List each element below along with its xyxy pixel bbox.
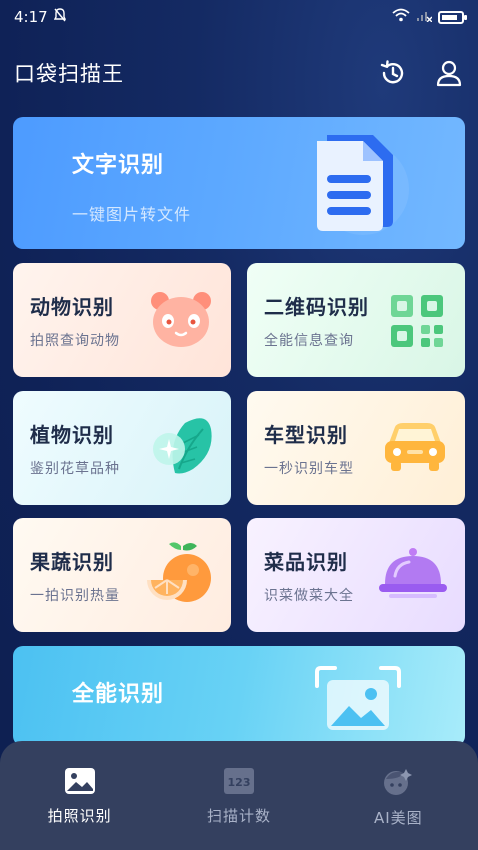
bottom-navigation: 拍照识别 123 扫描计数 AI美图 [0, 741, 478, 850]
tab-photo-recognition[interactable]: 拍照识别 [0, 741, 159, 850]
text-recognition-card[interactable]: 文字识别 一键图片转文件 [13, 117, 465, 249]
dish-recognition-card[interactable]: 菜品识别 识菜做菜大全 [247, 518, 465, 632]
cloche-icon [379, 548, 447, 598]
status-time: 4:17 [14, 8, 48, 26]
card-subtitle: 一秒识别车型 [264, 461, 354, 477]
car-icon [385, 423, 445, 471]
card-title: 二维码识别 [264, 295, 369, 319]
count-123-icon: 123 [223, 768, 254, 794]
car-recognition-card[interactable]: 车型识别 一秒识别车型 [247, 391, 465, 505]
wifi-icon [392, 8, 410, 26]
tab-label: AI美图 [373, 809, 423, 827]
qr-code-icon [391, 295, 443, 347]
orange-icon [147, 542, 211, 602]
card-subtitle: 一拍识别热量 [30, 588, 120, 604]
card-title: 植物识别 [30, 423, 114, 447]
tab-ai-beauty[interactable]: AI美图 [319, 741, 478, 850]
tab-label: 拍照识别 [47, 807, 112, 825]
tab-scan-count[interactable]: 123 扫描计数 [159, 741, 318, 850]
card-title: 全能识别 [72, 682, 165, 707]
qr-code-recognition-card[interactable]: 二维码识别 全能信息查询 [247, 263, 465, 377]
card-title: 动物识别 [30, 295, 114, 319]
leaf-icon [153, 418, 212, 474]
ai-face-icon [384, 769, 413, 795]
fruit-vegetable-recognition-card[interactable]: 果蔬识别 一拍识别热量 [13, 518, 231, 632]
image-scan-icon [315, 666, 401, 730]
card-title: 果蔬识别 [30, 550, 114, 574]
app-bar: 口袋扫描王 [0, 52, 478, 94]
history-icon[interactable] [378, 58, 408, 88]
status-bar: 4:17 [0, 0, 478, 34]
card-subtitle: 一键图片转文件 [72, 205, 192, 224]
card-title: 文字识别 [72, 153, 165, 178]
card-subtitle: 识菜做菜大全 [264, 588, 354, 604]
animal-recognition-card[interactable]: 动物识别 拍照查询动物 [13, 263, 231, 377]
card-subtitle: 拍照查询动物 [30, 333, 120, 349]
card-title: 菜品识别 [264, 550, 348, 574]
badge-text: 123 [228, 776, 251, 789]
tab-label: 扫描计数 [206, 807, 271, 825]
panda-icon [151, 292, 211, 347]
card-subtitle: 全能信息查询 [264, 333, 354, 349]
plant-recognition-card[interactable]: 植物识别 鉴别花草品种 [13, 391, 231, 505]
photo-icon [64, 768, 95, 794]
card-title: 车型识别 [264, 423, 348, 447]
document-icon [317, 135, 409, 235]
signal-icon [416, 8, 433, 26]
user-icon[interactable] [434, 58, 464, 88]
app-title: 口袋扫描王 [14, 62, 124, 86]
silent-icon [53, 8, 66, 26]
card-subtitle: 鉴别花草品种 [30, 461, 120, 477]
battery-icon [438, 10, 467, 24]
all-round-recognition-card[interactable]: 全能识别 [13, 646, 465, 746]
